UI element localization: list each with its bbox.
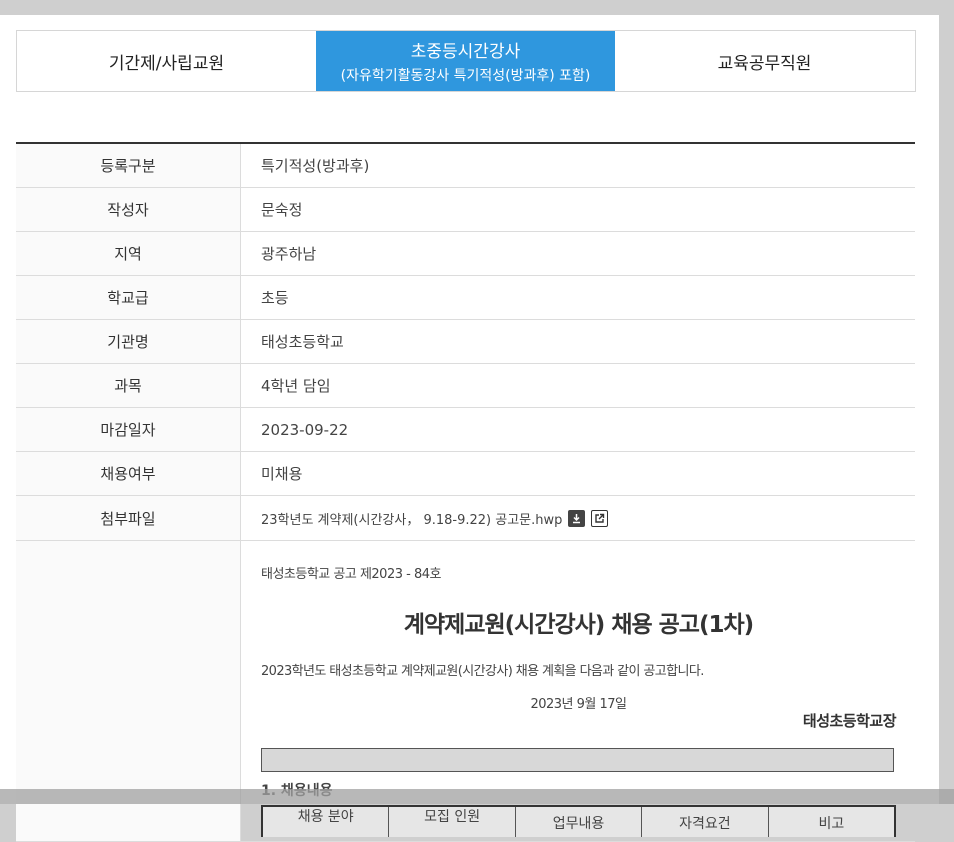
field-value: 미채용 bbox=[261, 465, 303, 483]
notice-lead: 2023학년도 태성초등학교 계약제교원(시간강사) 채용 계획을 다음과 같이… bbox=[261, 664, 704, 679]
table-header-cell: 자격요건 bbox=[642, 807, 769, 837]
field-label: 등록구분 bbox=[16, 144, 241, 187]
row-attachment: 첨부파일 23학년도 계약제(시간강사， 9.18-9.22) 공고문.hwp bbox=[16, 496, 915, 541]
download-icon[interactable] bbox=[568, 509, 586, 527]
row-author: 작성자 문숙정 bbox=[16, 188, 915, 232]
row-hired: 채용여부 미채용 bbox=[16, 452, 915, 496]
table-header-cell: 비고 bbox=[768, 807, 894, 837]
field-value: 초등 bbox=[261, 289, 289, 307]
recruit-table-header: 채용 분야 모집 인원 업무내용 자격요건 비고 bbox=[261, 805, 896, 837]
tab-label: 초중등시간강사 bbox=[410, 42, 521, 62]
field-value: 4학년 담임 bbox=[261, 377, 331, 395]
tab-education-staff[interactable]: 교육공무직원 bbox=[615, 31, 914, 91]
row-category: 등록구분 특기적성(방과후) bbox=[16, 144, 915, 188]
category-tabs: 기간제/사립교원 초중등시간강사 (자유학기활동강사 특기적성(방과후) 포함)… bbox=[16, 30, 916, 92]
field-label: 지역 bbox=[16, 232, 241, 275]
field-label: 과목 bbox=[16, 364, 241, 407]
row-subject: 과목 4학년 담임 bbox=[16, 364, 915, 408]
notice-header-bar bbox=[261, 748, 894, 772]
scroll-overlay bbox=[0, 789, 954, 804]
row-deadline: 마감일자 2023-09-22 bbox=[16, 408, 915, 452]
field-value: 문숙정 bbox=[261, 201, 303, 219]
notice-title: 계약제교원(시간강사) 채용 공고(1차) bbox=[403, 612, 754, 638]
row-region: 지역 광주하남 bbox=[16, 232, 915, 276]
table-header-cell: 모집 인원 bbox=[389, 807, 516, 837]
tab-sublabel: (자유학기활동강사 특기적성(방과후) 포함) bbox=[340, 68, 591, 84]
notice-number: 태성초등학교 공고 제2023 - 84호 bbox=[261, 567, 441, 582]
detail-table: 등록구분 특기적성(방과후) 작성자 문숙정 지역 광주하남 학교급 초등 기관… bbox=[16, 142, 915, 842]
row-institution: 기관명 태성초등학교 bbox=[16, 320, 915, 364]
notice-signer: 태성초등학교장 bbox=[802, 712, 897, 730]
field-value: 2023-09-22 bbox=[261, 420, 349, 439]
tab-label: 기간제/사립교원 bbox=[108, 53, 225, 74]
field-label: 기관명 bbox=[16, 320, 241, 363]
external-link-icon[interactable] bbox=[591, 509, 609, 527]
attachment-filename[interactable]: 23학년도 계약제(시간강사， 9.18-9.22) 공고문.hwp bbox=[261, 509, 562, 528]
tab-label: 교육공무직원 bbox=[717, 53, 812, 74]
field-label: 첨부파일 bbox=[16, 496, 241, 540]
field-value: 광주하남 bbox=[261, 245, 317, 263]
row-school-level: 학교급 초등 bbox=[16, 276, 915, 320]
field-value: 태성초등학교 bbox=[261, 333, 344, 351]
table-header-cell: 업무내용 bbox=[515, 807, 643, 837]
tab-contract-teacher[interactable]: 기간제/사립교원 bbox=[17, 31, 316, 91]
field-value: 23학년도 계약제(시간강사， 9.18-9.22) 공고문.hwp bbox=[241, 496, 915, 540]
field-label: 채용여부 bbox=[16, 452, 241, 495]
tab-part-time-lecturer[interactable]: 초중등시간강사 (자유학기활동강사 특기적성(방과후) 포함) bbox=[316, 31, 615, 91]
field-value: 특기적성(방과후) bbox=[261, 157, 370, 175]
field-label: 학교급 bbox=[16, 276, 241, 319]
table-header-cell: 채용 분야 bbox=[263, 807, 390, 837]
field-label: 작성자 bbox=[16, 188, 241, 231]
field-label: 마감일자 bbox=[16, 408, 241, 451]
